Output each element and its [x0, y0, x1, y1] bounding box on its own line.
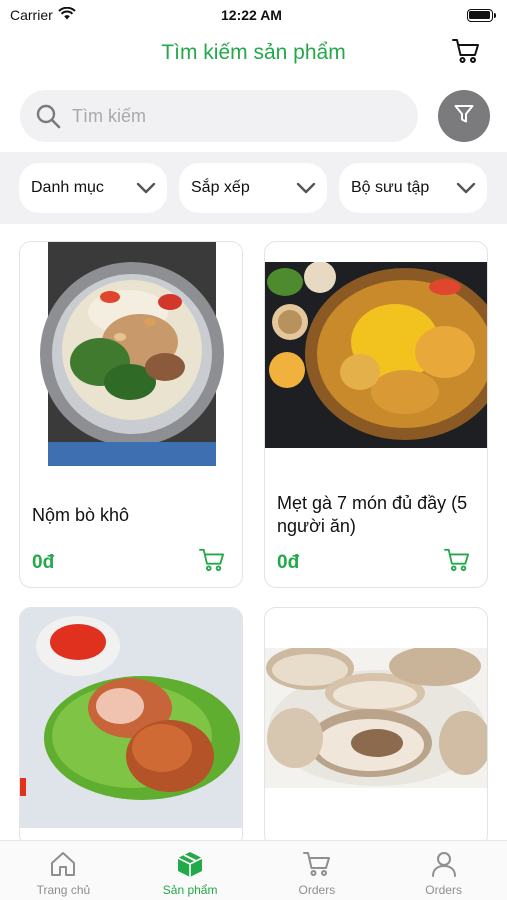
dropdown-label: Danh mục	[31, 179, 104, 196]
bottom-tab-bar: Trang chủ Sản phẩm Orders Orders	[0, 840, 507, 900]
carrier-label: Carrier	[10, 7, 53, 23]
tab-label: Orders	[425, 883, 462, 897]
cart-icon	[199, 548, 225, 577]
tab-label: Trang chủ	[36, 883, 91, 897]
product-card[interactable]	[264, 607, 488, 847]
cart-icon	[452, 38, 480, 69]
header-cart-button[interactable]	[451, 38, 481, 68]
cart-icon	[444, 548, 470, 577]
status-time: 12:22 AM	[221, 7, 282, 23]
product-image	[265, 648, 487, 788]
dropdown-label: Sắp xếp	[191, 179, 250, 196]
category-dropdown[interactable]: Danh mục	[19, 163, 167, 213]
collection-dropdown[interactable]: Bộ sưu tập	[339, 163, 487, 213]
product-card[interactable]: Mẹt gà 7 món đủ đầy (5 người ăn) 0đ	[264, 241, 488, 588]
status-bar: Carrier 12:22 AM	[0, 0, 507, 30]
product-price: 0đ	[277, 552, 300, 573]
funnel-icon	[453, 103, 475, 130]
product-image	[20, 242, 242, 466]
filter-bar: Danh mục Sắp xếp Bộ sưu tập	[0, 152, 507, 224]
tab-orders[interactable]: Orders	[254, 841, 381, 900]
search-icon	[34, 102, 62, 130]
product-image	[20, 608, 242, 828]
add-to-cart-button[interactable]	[443, 548, 471, 576]
dropdown-label: Bộ sưu tập	[351, 179, 430, 196]
battery-icon	[466, 8, 496, 22]
status-right	[373, 8, 496, 22]
status-left: Carrier	[10, 6, 130, 23]
tab-products[interactable]: Sản phẩm	[127, 841, 254, 900]
tab-label: Sản phẩm	[162, 883, 218, 897]
search-row	[20, 88, 490, 144]
filter-button[interactable]	[438, 90, 490, 142]
product-image	[265, 262, 487, 448]
tab-home[interactable]: Trang chủ	[0, 841, 127, 900]
page-title: Tìm kiếm sản phẩm	[161, 41, 346, 64]
product-card[interactable]	[19, 607, 243, 847]
wifi-icon	[58, 6, 76, 23]
home-icon	[48, 849, 78, 879]
chevron-down-icon	[135, 177, 157, 199]
header: Tìm kiếm sản phẩm	[0, 30, 507, 76]
add-to-cart-button[interactable]	[198, 548, 226, 576]
user-icon	[429, 849, 459, 879]
chevron-down-icon	[295, 177, 317, 199]
cart-icon	[302, 849, 332, 879]
tab-account[interactable]: Orders	[380, 841, 507, 900]
product-price: 0đ	[32, 552, 55, 573]
product-card[interactable]: Nộm bò khô 0đ	[19, 241, 243, 588]
box-icon	[175, 849, 205, 879]
tab-label: Orders	[298, 883, 336, 897]
search-box[interactable]	[20, 90, 418, 142]
chevron-down-icon	[455, 177, 477, 199]
product-name: Mẹt gà 7 món đủ đầy (5 người ăn)	[277, 493, 468, 536]
search-input[interactable]	[72, 105, 392, 127]
product-name: Nộm bò khô	[32, 505, 130, 525]
sort-dropdown[interactable]: Sắp xếp	[179, 163, 327, 213]
